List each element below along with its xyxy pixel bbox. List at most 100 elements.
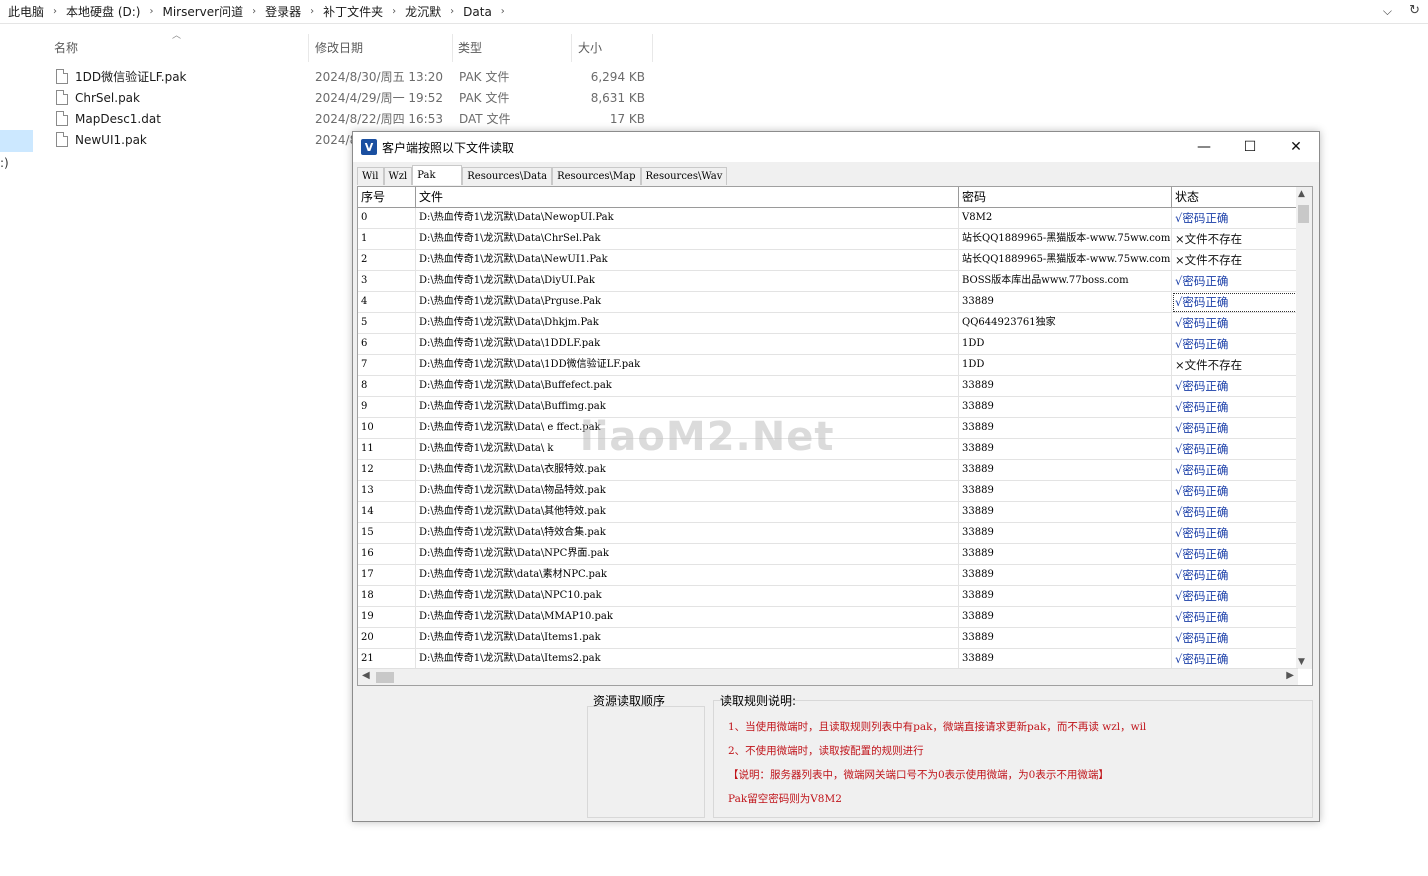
scroll-down-icon[interactable]: ▼ <box>1298 657 1305 667</box>
cell-file[interactable]: D:\热血传奇1\龙沉默\Data\Dhkjm.Pak <box>416 313 959 334</box>
cell-status[interactable]: √密码正确 <box>1172 439 1298 460</box>
cell-password[interactable]: 33889 <box>959 418 1172 439</box>
breadcrumb-item[interactable]: 龙沉默 <box>405 3 441 20</box>
chevron-right-icon[interactable]: › <box>252 6 256 17</box>
table-row[interactable]: 4 D:\热血传奇1\龙沉默\Data\Prguse.Pak 33889 √密码正确 <box>358 292 1298 313</box>
cell-password[interactable]: 站长QQ1889965-黑猫版本-www.75ww.com <box>959 229 1172 250</box>
cell-status[interactable]: √密码正确 <box>1172 586 1298 607</box>
grid-header-status[interactable]: 状态 <box>1172 187 1298 208</box>
cell-file[interactable]: D:\热血传奇1\龙沉默\Data\其他特效.pak <box>416 502 959 523</box>
cell-password[interactable]: 33889 <box>959 607 1172 628</box>
cell-password[interactable]: QQ644923761独家 <box>959 313 1172 334</box>
cell-file[interactable]: D:\热血传奇1\龙沉默\Data\1DD微信验证LF.pak <box>416 355 959 376</box>
grid-header-index[interactable]: 序号 <box>358 187 416 208</box>
cell-password[interactable]: 33889 <box>959 649 1172 670</box>
cell-file[interactable]: D:\热血传奇1\龙沉默\Data\Prguse.Pak <box>416 292 959 313</box>
cell-password[interactable]: 33889 <box>959 523 1172 544</box>
cell-password[interactable]: V8M2 <box>959 208 1172 229</box>
cell-file[interactable]: D:\热血传奇1\龙沉默\Data\1DDLF.pak <box>416 334 959 355</box>
cell-status[interactable]: √密码正确 <box>1172 313 1298 334</box>
cell-status[interactable]: √密码正确 <box>1172 544 1298 565</box>
cell-file[interactable]: D:\热血传奇1\龙沉默\Data\ChrSel.Pak <box>416 229 959 250</box>
cell-index[interactable]: 19 <box>358 607 416 628</box>
cell-password[interactable]: 33889 <box>959 292 1172 313</box>
cell-status[interactable]: √密码正确 <box>1172 502 1298 523</box>
maximize-button[interactable]: ☐ <box>1227 132 1273 162</box>
chevron-right-icon[interactable]: › <box>310 6 314 17</box>
tab-resources-map[interactable]: Resources\Map <box>552 167 641 185</box>
cell-file[interactable]: D:\热血传奇1\龙沉默\Data\Items1.pak <box>416 628 959 649</box>
chevron-right-icon[interactable]: › <box>149 6 153 17</box>
scroll-thumb[interactable] <box>1298 205 1309 223</box>
cell-index[interactable]: 8 <box>358 376 416 397</box>
chevron-right-icon[interactable]: › <box>450 6 454 17</box>
tab-wil[interactable]: Wil <box>357 167 384 185</box>
cell-index[interactable]: 9 <box>358 397 416 418</box>
cell-password[interactable]: 33889 <box>959 565 1172 586</box>
cell-status[interactable]: √密码正确 <box>1172 565 1298 586</box>
table-row[interactable]: 20 D:\热血传奇1\龙沉默\Data\Items1.pak 33889 √密码正确 <box>358 628 1298 649</box>
breadcrumb-item[interactable]: Data <box>463 5 492 19</box>
scroll-right-icon[interactable]: ▶ <box>1286 670 1294 681</box>
cell-status[interactable]: ×文件不存在 <box>1172 355 1298 376</box>
cell-index[interactable]: 5 <box>358 313 416 334</box>
cell-status[interactable]: ×文件不存在 <box>1172 250 1298 271</box>
cell-password[interactable]: 33889 <box>959 481 1172 502</box>
cell-password[interactable]: 站长QQ1889965-黑猫版本-www.75ww.com <box>959 250 1172 271</box>
table-row[interactable]: 2 D:\热血传奇1\龙沉默\Data\NewUI1.Pak 站长QQ1889965… <box>358 250 1298 271</box>
chevron-right-icon[interactable]: › <box>392 6 396 17</box>
cell-file[interactable]: D:\热血传奇1\龙沉默\Data\物品特效.pak <box>416 481 959 502</box>
dialog-titlebar[interactable]: V 客户端按照以下文件读取 — ☐ ✕ <box>353 132 1319 162</box>
cell-password[interactable]: 33889 <box>959 628 1172 649</box>
cell-index[interactable]: 13 <box>358 481 416 502</box>
cell-index[interactable]: 0 <box>358 208 416 229</box>
table-row[interactable]: 1 D:\热血传奇1\龙沉默\Data\ChrSel.Pak 站长QQ1889965… <box>358 229 1298 250</box>
scroll-thumb[interactable] <box>376 672 394 683</box>
grid-header-password[interactable]: 密码 <box>959 187 1172 208</box>
cell-status[interactable]: √密码正确 <box>1172 460 1298 481</box>
cell-file[interactable]: D:\热血传奇1\龙沉默\data\素材NPC.pak <box>416 565 959 586</box>
cell-file[interactable]: D:\热血传奇1\龙沉默\Data\Buffefect.pak <box>416 376 959 397</box>
sidebar-selected-item[interactable] <box>0 130 33 152</box>
cell-status[interactable]: √密码正确 <box>1172 208 1298 229</box>
column-header-name[interactable]: 名称 <box>48 34 306 60</box>
cell-file[interactable]: D:\热血传奇1\龙沉默\Data\NPC10.pak <box>416 586 959 607</box>
tab-resources-wav[interactable]: Resources\Wav <box>640 167 728 185</box>
table-row[interactable]: 16 D:\热血传奇1\龙沉默\Data\NPC界面.pak 33889 √密码正确 <box>358 544 1298 565</box>
table-row[interactable]: 17 D:\热血传奇1\龙沉默\data\素材NPC.pak 33889 √密码正确 <box>358 565 1298 586</box>
table-row[interactable]: 6 D:\热血传奇1\龙沉默\Data\1DDLF.pak 1DD √密码正确 <box>358 334 1298 355</box>
cell-password[interactable]: 33889 <box>959 376 1172 397</box>
cell-file[interactable]: D:\热血传奇1\龙沉默\Data\特效合集.pak <box>416 523 959 544</box>
table-row[interactable]: 8 D:\热血传奇1\龙沉默\Data\Buffefect.pak 33889 √密码… <box>358 376 1298 397</box>
cell-password[interactable]: 1DD <box>959 355 1172 376</box>
refresh-icon[interactable]: ↻ <box>1409 3 1420 18</box>
tab-pak[interactable]: Pak <box>412 165 463 185</box>
pak-file-grid[interactable]: 序号 文件 密码 状态 0 D:\热血传奇1\龙沉默\Data\NewopUI.P… <box>357 186 1313 686</box>
file-row[interactable]: ChrSel.pak 2024/4/29/周一 19:52 PAK 文件 8,631 … <box>52 87 652 108</box>
chevron-right-icon[interactable]: › <box>53 6 57 17</box>
cell-status[interactable]: √密码正确 <box>1172 628 1298 649</box>
cell-password[interactable]: 33889 <box>959 502 1172 523</box>
cell-index[interactable]: 18 <box>358 586 416 607</box>
cell-password[interactable]: 33889 <box>959 586 1172 607</box>
table-row[interactable]: 5 D:\热血传奇1\龙沉默\Data\Dhkjm.Pak QQ644923761独… <box>358 313 1298 334</box>
cell-status[interactable]: √密码正确 <box>1172 376 1298 397</box>
chevron-right-icon[interactable]: › <box>501 6 505 17</box>
address-bar[interactable]: 此电脑 › 本地硬盘 (D:) › Mirserver问道 › 登录器 › 补丁文件夹 › 龙沉默 ›… <box>0 0 1428 24</box>
column-header-type[interactable]: 类型 <box>452 34 570 60</box>
cell-status[interactable]: √密码正确 <box>1172 334 1298 355</box>
horizontal-scrollbar[interactable]: ◀ ▶ <box>358 668 1298 685</box>
table-row[interactable]: 13 D:\热血传奇1\龙沉默\Data\物品特效.pak 33889 √密码正确 <box>358 481 1298 502</box>
table-row[interactable]: 12 D:\热血传奇1\龙沉默\Data\衣服特效.pak 33889 √密码正确 <box>358 460 1298 481</box>
breadcrumb-item[interactable]: Mirserver问道 <box>162 3 243 20</box>
cell-status[interactable]: √密码正确 <box>1172 523 1298 544</box>
table-row[interactable]: 3 D:\热血传奇1\龙沉默\Data\DiyUI.Pak BOSS版本库出品www… <box>358 271 1298 292</box>
table-row[interactable]: 21 D:\热血传奇1\龙沉默\Data\Items2.pak 33889 √密码正确 <box>358 649 1298 670</box>
breadcrumb-item[interactable]: 登录器 <box>265 3 301 20</box>
close-button[interactable]: ✕ <box>1273 132 1319 162</box>
table-row[interactable]: 18 D:\热血传奇1\龙沉默\Data\NPC10.pak 33889 √密码正确 <box>358 586 1298 607</box>
cell-password[interactable]: 33889 <box>959 439 1172 460</box>
minimize-button[interactable]: — <box>1181 132 1227 162</box>
cell-index[interactable]: 17 <box>358 565 416 586</box>
cell-index[interactable]: 6 <box>358 334 416 355</box>
